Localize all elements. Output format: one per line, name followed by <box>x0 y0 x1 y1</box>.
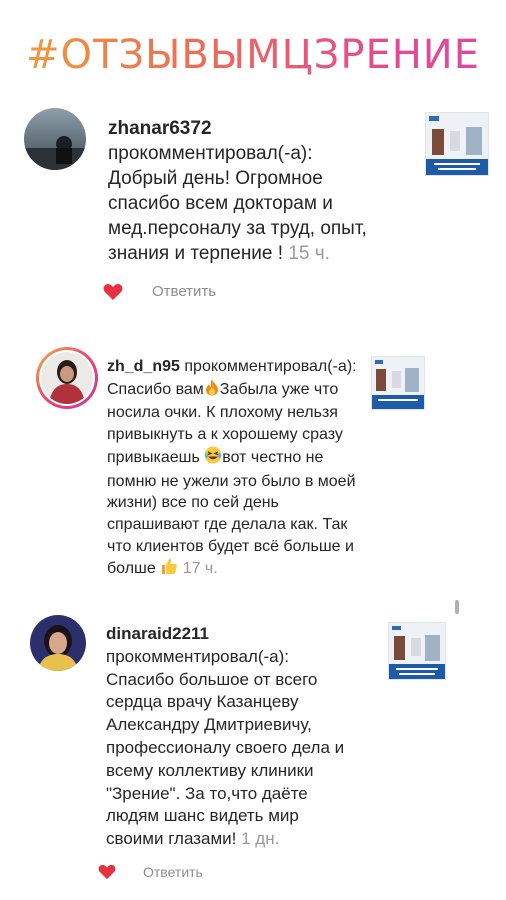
comment-text: dinaraid2211 прокомментировал(-а): Спаси… <box>106 623 356 851</box>
comment-timestamp: 1 дн. <box>241 829 280 849</box>
comment-timestamp: 15 ч. <box>288 243 330 264</box>
heart-icon[interactable] <box>98 864 116 880</box>
comment-timestamp: 17 ч. <box>182 560 218 578</box>
avatar[interactable] <box>24 108 86 170</box>
comment-body: Спасибо вам <box>107 380 204 398</box>
hashtag-title: #ОТЗЫВЫМЦЗРЕНИЕ <box>0 32 506 78</box>
comment-action: прокомментировал(-а): <box>108 143 313 164</box>
comment-username[interactable]: zhanar6372 <box>108 118 212 139</box>
post-thumbnail[interactable] <box>388 622 446 680</box>
avatar[interactable] <box>30 615 86 671</box>
laughing-face-icon <box>204 446 222 471</box>
comment-text: zhanar6372 прокомментировал(-а): Добрый … <box>108 116 398 266</box>
avatar[interactable] <box>36 347 98 409</box>
post-thumbnail[interactable] <box>371 356 425 410</box>
post-thumbnail[interactable] <box>425 112 489 176</box>
reply-button[interactable]: Ответить <box>152 283 216 300</box>
comment-body: вот честно не помню не ужели это было в … <box>107 448 356 578</box>
reply-button[interactable]: Ответить <box>143 864 203 880</box>
comment-text: zh_d_n95 прокомментировал(-а): Спасибо в… <box>107 356 359 582</box>
fire-icon <box>204 378 220 403</box>
comment-username[interactable]: dinaraid2211 <box>106 624 209 643</box>
heart-icon[interactable] <box>103 283 123 301</box>
comment-action: прокомментировал(-а): <box>184 358 357 375</box>
thumbs-up-icon <box>160 557 178 582</box>
comment-username[interactable]: zh_d_n95 <box>107 358 180 375</box>
comment-action: прокомментировал(-а): <box>106 646 289 666</box>
comment-body: Спасибо большое от всего сердца врачу Ка… <box>106 669 345 849</box>
scrollbar[interactable] <box>455 600 459 614</box>
